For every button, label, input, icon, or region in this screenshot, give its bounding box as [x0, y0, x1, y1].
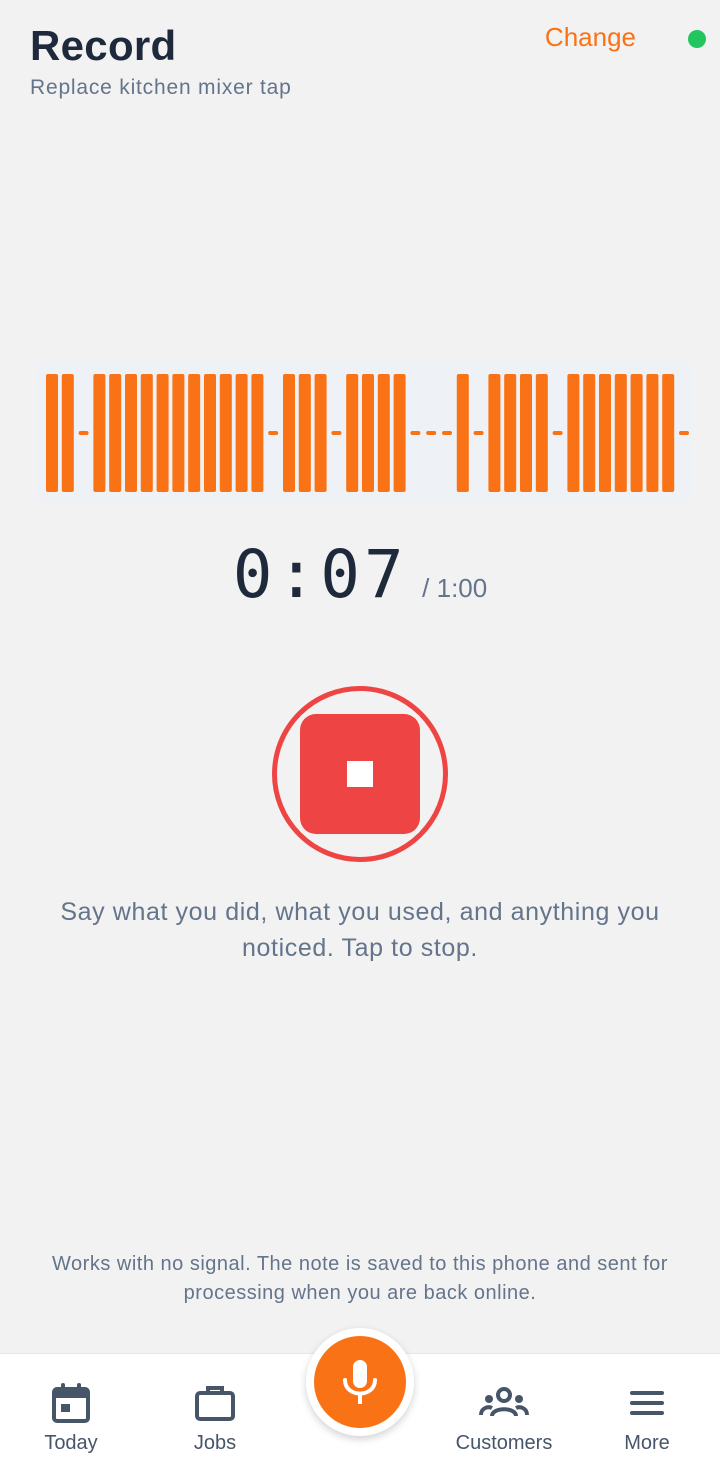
users-icon	[479, 1387, 529, 1417]
recording-timer: 0:07 / 1:00	[0, 536, 720, 613]
mic-button-fill[interactable]	[314, 1336, 406, 1428]
tab-today[interactable]: Today	[6, 1382, 136, 1455]
microphone-icon	[343, 1360, 377, 1404]
waveform-bar	[188, 374, 201, 492]
waveform-bar	[599, 374, 611, 492]
waveform-gap	[426, 431, 437, 435]
waveform-bar	[172, 374, 185, 492]
tab-label: More	[624, 1432, 670, 1454]
briefcase-icon	[195, 1386, 235, 1421]
waveform-bar	[393, 374, 406, 492]
tab-label: Jobs	[193, 1432, 237, 1454]
waveform-bar	[109, 374, 122, 492]
tab-more[interactable]: More	[582, 1382, 712, 1455]
waveform-bar	[630, 374, 643, 492]
waveform-bar	[283, 374, 295, 492]
time-limit: / 1:00	[422, 573, 488, 603]
waveform-bar	[377, 374, 390, 492]
waveform-bar	[456, 374, 469, 492]
waveform-bar	[535, 374, 548, 492]
job-subtitle: Replace kitchen mixer tap	[30, 76, 292, 99]
online-status-dot	[688, 30, 706, 48]
waveform-bar	[140, 374, 153, 492]
tab-jobs[interactable]: Jobs	[150, 1382, 280, 1455]
waveform-bar	[204, 374, 216, 492]
waveform-bar	[662, 374, 675, 492]
waveform-bar	[61, 374, 74, 492]
waveform-bar	[346, 374, 359, 492]
waveform-gap	[473, 431, 484, 435]
waveform-gap	[268, 431, 279, 435]
waveform-bar	[314, 374, 327, 492]
waveform-bar	[219, 374, 232, 492]
waveform-bar	[298, 374, 311, 492]
tab-label: Customers	[455, 1432, 553, 1454]
waveform-gap	[552, 431, 563, 435]
waveform-graphic	[46, 374, 689, 492]
stop-recording-button[interactable]	[272, 686, 448, 862]
waveform-bar	[583, 374, 596, 492]
tab-label: Today	[44, 1432, 98, 1454]
stop-icon	[347, 761, 373, 787]
waveform-bar	[251, 374, 264, 492]
waveform-bar	[488, 374, 501, 492]
stop-button-fill[interactable]	[300, 714, 420, 834]
waveform-bar	[156, 374, 169, 492]
menu-icon	[630, 1391, 664, 1415]
tab-customers[interactable]: Customers	[439, 1382, 569, 1455]
change-job-button[interactable]: Change	[545, 22, 636, 53]
waveform-gap	[78, 431, 89, 435]
waveform-bar	[614, 374, 627, 492]
waveform-bar	[362, 374, 374, 492]
audio-waveform	[36, 362, 692, 502]
calendar-icon	[52, 1383, 90, 1423]
waveform-gap	[331, 431, 342, 435]
offline-note: Works with no signal. The note is saved …	[52, 1253, 668, 1304]
waveform-bar	[93, 374, 106, 492]
waveform-bar	[520, 374, 532, 492]
waveform-bar	[567, 374, 580, 492]
waveform-bar	[646, 374, 659, 492]
waveform-gap	[442, 431, 452, 435]
waveform-bar	[125, 374, 137, 492]
recording-hint: Say what you did, what you used, and any…	[60, 898, 660, 962]
waveform-gap	[410, 431, 421, 435]
waveform-bar	[235, 374, 248, 492]
waveform-gap	[679, 431, 689, 435]
waveform-bar	[46, 374, 58, 492]
waveform-bar	[504, 374, 517, 492]
record-mic-button[interactable]	[306, 1328, 414, 1436]
elapsed-time: 0:07	[232, 536, 408, 613]
